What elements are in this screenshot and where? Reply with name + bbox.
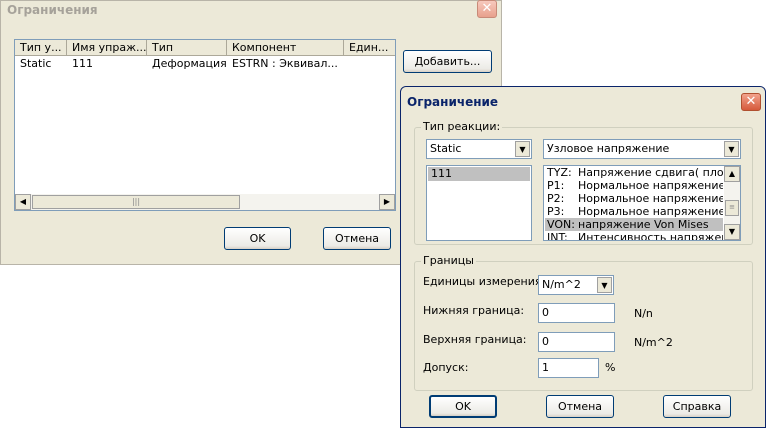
- response-type-value: Узловое напряжение: [547, 142, 670, 155]
- study-list[interactable]: 111: [426, 165, 532, 241]
- study-type-dropdown[interactable]: Static ▼: [426, 139, 532, 159]
- component-text: Интенсивность напряжений: [578, 231, 723, 241]
- study-name: 111: [431, 167, 452, 180]
- close-icon[interactable]: ✕: [741, 93, 761, 111]
- lower-bound-label: Нижняя граница:: [423, 304, 525, 317]
- units-label: Единицы измерения:: [423, 275, 546, 288]
- lower-bound-input[interactable]: 0: [538, 303, 615, 323]
- list-item[interactable]: 111: [428, 167, 530, 181]
- horizontal-scrollbar[interactable]: ◀ ||| ▶: [15, 194, 395, 210]
- column-header-study-type[interactable]: Тип у...: [15, 40, 67, 56]
- column-header-units[interactable]: Един...: [344, 40, 395, 56]
- column-header-study-name[interactable]: Имя упраж...: [67, 40, 147, 56]
- vertical-scrollbar[interactable]: ▲ ≡ ▼: [724, 166, 740, 240]
- cancel-button[interactable]: Отмена: [546, 395, 614, 418]
- arrow-right-icon[interactable]: ▶: [379, 194, 395, 210]
- response-type-group: Тип реакции: Static ▼ Узловое напряжение…: [414, 120, 753, 245]
- cell-study-name: 111: [72, 57, 93, 70]
- response-type-label: Тип реакции:: [421, 120, 503, 133]
- component-text: Нормальное напряжение( 3-: [578, 205, 723, 218]
- constraints-list[interactable]: Тип у... Имя упраж... Тип Компонент Един…: [14, 39, 396, 211]
- component-text: Нормальное напряжение( 1-: [578, 179, 723, 192]
- bounds-label: Границы: [421, 254, 476, 267]
- cell-study-type: Static: [20, 57, 52, 70]
- bounds-group: Границы Единицы измерения: N/m^2 ▼ Нижня…: [414, 254, 753, 391]
- scrollbar-thumb[interactable]: ≡: [725, 200, 739, 216]
- arrow-up-icon[interactable]: ▲: [724, 166, 740, 182]
- component-code: P1:: [547, 179, 565, 192]
- component-code: INT:: [547, 231, 568, 241]
- scrollbar-grip: |||: [131, 197, 141, 206]
- lower-bound-unit: N/n: [634, 307, 653, 320]
- column-header-component[interactable]: Компонент: [227, 40, 344, 56]
- response-type-dropdown[interactable]: Узловое напряжение ▼: [543, 139, 741, 159]
- chevron-down-icon[interactable]: ▼: [724, 141, 739, 157]
- chevron-down-icon[interactable]: ▼: [597, 277, 612, 293]
- constraint-dialog: Ограничение ✕ Тип реакции: Static ▼ Узло…: [400, 86, 766, 428]
- component-code: VON:: [547, 218, 575, 231]
- chevron-down-icon[interactable]: ▼: [515, 141, 530, 157]
- list-item[interactable]: P2: Нормальное напряжение( 2-: [545, 192, 723, 205]
- component-text: напряжение Von Mises: [578, 218, 709, 231]
- ok-button[interactable]: OK: [224, 227, 291, 250]
- constraints-dialog-title: Ограничения: [7, 3, 98, 17]
- upper-bound-label: Верхняя граница:: [423, 333, 527, 346]
- table-row[interactable]: Static 111 Деформация ESTRN : Эквивал...: [15, 56, 395, 72]
- upper-bound-input[interactable]: 0: [538, 332, 615, 352]
- component-code: P3:: [547, 205, 565, 218]
- constraints-dialog-titlebar[interactable]: Ограничения ✕: [1, 0, 501, 21]
- units-dropdown[interactable]: N/m^2 ▼: [538, 275, 614, 295]
- cell-type: Деформация: [152, 57, 227, 70]
- cancel-button[interactable]: Отмена: [323, 227, 391, 250]
- add-button[interactable]: Добавить...: [403, 50, 492, 73]
- column-header-type[interactable]: Тип: [147, 40, 227, 56]
- arrow-down-icon[interactable]: ▼: [724, 224, 740, 240]
- component-code: TYZ:: [547, 166, 572, 179]
- list-item[interactable]: INT: Интенсивность напряжений: [545, 231, 723, 241]
- help-button[interactable]: Справка: [663, 395, 731, 418]
- list-item[interactable]: TYZ: Напряжение сдвига( плоск: [545, 166, 723, 179]
- study-type-value: Static: [430, 142, 462, 155]
- tolerance-input[interactable]: 1: [538, 358, 599, 378]
- list-item-selected[interactable]: VON: напряжение Von Mises: [545, 218, 723, 231]
- constraint-dialog-title: Ограничение: [407, 95, 499, 109]
- scrollbar-thumb[interactable]: |||: [32, 195, 240, 209]
- component-list[interactable]: TYZ: Напряжение сдвига( плоск P1: Нормальн…: [543, 165, 741, 241]
- tolerance-unit: %: [605, 361, 616, 374]
- component-text: Напряжение сдвига( плоск: [578, 166, 723, 179]
- arrow-left-icon[interactable]: ◀: [15, 194, 31, 210]
- units-value: N/m^2: [542, 278, 581, 291]
- ok-button[interactable]: OK: [429, 395, 497, 418]
- list-item[interactable]: P3: Нормальное напряжение( 3-: [545, 205, 723, 218]
- close-icon[interactable]: ✕: [477, 0, 497, 18]
- list-item[interactable]: P1: Нормальное напряжение( 1-: [545, 179, 723, 192]
- component-code: P2:: [547, 192, 565, 205]
- upper-bound-unit: N/m^2: [634, 336, 673, 349]
- cell-component: ESTRN : Эквивал...: [232, 57, 338, 70]
- tolerance-label: Допуск:: [423, 361, 469, 374]
- component-text: Нормальное напряжение( 2-: [578, 192, 723, 205]
- constraint-dialog-titlebar[interactable]: Ограничение ✕: [401, 87, 765, 111]
